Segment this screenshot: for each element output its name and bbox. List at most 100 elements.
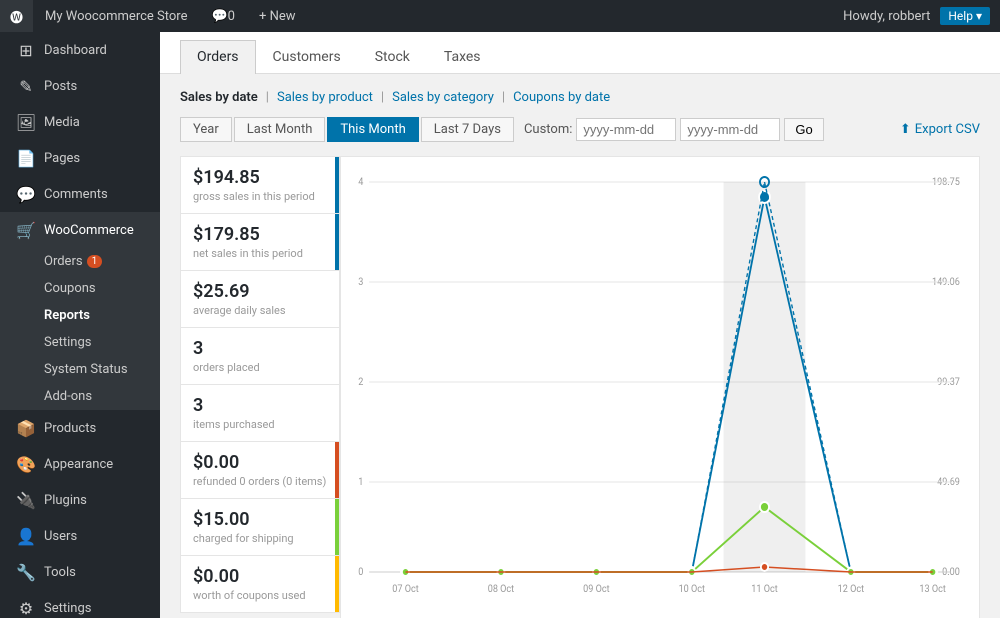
adminbar-site[interactable]: My Woocommerce Store (33, 0, 199, 32)
main-content: Orders Customers Stock Taxes Sales by da… (160, 32, 1000, 618)
svg-text:09 Oct: 09 Oct (583, 584, 609, 596)
sidebar: ⊞ Dashboard ✎ Posts 🖼 Media 📄 Pages 💬 Co… (0, 32, 160, 618)
custom-date-to[interactable] (680, 118, 780, 141)
tab-taxes[interactable]: Taxes (427, 40, 498, 73)
subnav-coupons-by-date[interactable]: Coupons by date (513, 90, 610, 105)
svg-text:0: 0 (358, 567, 363, 579)
stat-orders: 3 orders placed (180, 327, 340, 384)
period-year[interactable]: Year (180, 117, 232, 142)
wp-icon: 🅦 (10, 7, 23, 26)
sidebar-item-label: Settings (44, 601, 91, 616)
tab-stock[interactable]: Stock (358, 40, 427, 73)
comments-icon: 💬 (16, 184, 36, 204)
orders-badge: 1 (87, 255, 103, 268)
sidebar-item-label: Products (44, 421, 96, 436)
tools-icon: 🔧 (16, 562, 36, 582)
sidebar-sub-reports[interactable]: Reports (0, 302, 160, 329)
settings-icon: ⚙ (16, 598, 36, 618)
stat-net-label: net sales in this period (193, 247, 327, 260)
adminbar-new[interactable]: + New (247, 0, 308, 32)
stat-shipping-label: charged for shipping (193, 532, 327, 545)
sidebar-sub-coupons[interactable]: Coupons (0, 275, 160, 302)
new-label: + New (259, 9, 296, 24)
sidebar-item-dashboard[interactable]: ⊞ Dashboard (0, 32, 160, 68)
content-area: Sales by date | Sales by product | Sales… (160, 74, 1000, 618)
stat-coupons-bar (335, 556, 339, 612)
sidebar-item-appearance[interactable]: 🎨 Appearance (0, 446, 160, 482)
sidebar-sub-orders[interactable]: Orders 1 (0, 248, 160, 275)
period-custom: Custom: Go (524, 118, 824, 141)
go-button[interactable]: Go (784, 118, 823, 141)
adminbar-help[interactable]: Help ▾ (940, 7, 990, 25)
sidebar-sub-system-status[interactable]: System Status (0, 356, 160, 383)
stat-coupons-value: $0.00 (193, 566, 327, 587)
sidebar-item-tools[interactable]: 🔧 Tools (0, 554, 160, 590)
stat-gross: $194.85 gross sales in this period (180, 156, 340, 213)
custom-label: Custom: (524, 122, 572, 137)
svg-text:11 Oct: 11 Oct (751, 584, 777, 596)
period-bar: Year Last Month This Month Last 7 Days C… (180, 117, 980, 142)
sidebar-item-label: Plugins (44, 493, 87, 508)
site-name-label: My Woocommerce Store (45, 9, 187, 24)
subnav-sales-by-date[interactable]: Sales by date (180, 90, 258, 105)
main-tab-bar: Orders Customers Stock Taxes (180, 40, 980, 73)
sidebar-item-plugins[interactable]: 🔌 Plugins (0, 482, 160, 518)
tab-orders[interactable]: Orders (180, 40, 256, 74)
sidebar-item-users[interactable]: 👤 Users (0, 518, 160, 554)
stat-net-value: $179.85 (193, 224, 327, 245)
subnav-sales-by-category[interactable]: Sales by category (392, 90, 494, 105)
page-header: Orders Customers Stock Taxes (160, 32, 1000, 74)
svg-text:08 Oct: 08 Oct (488, 584, 514, 596)
sidebar-item-label: Comments (44, 187, 108, 202)
svg-text:07 Oct: 07 Oct (392, 584, 418, 596)
stat-avg-value: $25.69 (193, 281, 327, 302)
stat-net-bar (335, 214, 339, 270)
period-last-month[interactable]: Last Month (234, 117, 326, 142)
users-icon: 👤 (16, 526, 36, 546)
stat-refunded-value: $0.00 (193, 452, 327, 473)
sub-nav: Sales by date | Sales by product | Sales… (180, 90, 980, 105)
plugins-icon: 🔌 (16, 490, 36, 510)
stat-orders-label: orders placed (193, 361, 327, 374)
comment-count: 0 (228, 9, 235, 24)
stat-shipping-bar (335, 499, 339, 555)
tab-customers[interactable]: Customers (256, 40, 358, 73)
sidebar-item-products[interactable]: 📦 Products (0, 410, 160, 446)
wp-logo[interactable]: 🅦 (0, 0, 33, 32)
chart-layout: $194.85 gross sales in this period $179.… (180, 156, 980, 618)
sidebar-item-woocommerce[interactable]: 🛒 WooCommerce (0, 212, 160, 248)
appearance-icon: 🎨 (16, 454, 36, 474)
sidebar-item-label: Pages (44, 151, 80, 166)
woocommerce-icon: 🛒 (16, 220, 36, 240)
stat-items: 3 items purchased (180, 384, 340, 441)
stat-shipping: $15.00 charged for shipping (180, 498, 340, 555)
sidebar-item-posts[interactable]: ✎ Posts (0, 68, 160, 104)
stat-refunded-bar (335, 442, 339, 498)
period-this-month[interactable]: This Month (327, 117, 418, 142)
dashboard-icon: ⊞ (16, 40, 36, 60)
sidebar-item-pages[interactable]: 📄 Pages (0, 140, 160, 176)
products-icon: 📦 (16, 418, 36, 438)
custom-date-from[interactable] (576, 118, 676, 141)
svg-text:13 Oct: 13 Oct (919, 584, 945, 596)
stat-gross-value: $194.85 (193, 167, 327, 188)
adminbar-howdy: Howdy, robbert (833, 9, 940, 24)
adminbar-comments[interactable]: 💬 0 (199, 0, 247, 32)
sidebar-item-settings[interactable]: ⚙ Settings (0, 590, 160, 618)
stat-refunded: $0.00 refunded 0 orders (0 items) (180, 441, 340, 498)
sidebar-item-comments[interactable]: 💬 Comments (0, 176, 160, 212)
admin-bar: 🅦 My Woocommerce Store 💬 0 + New Howdy, … (0, 0, 1000, 32)
sidebar-sub-addons[interactable]: Add-ons (0, 383, 160, 410)
sidebar-item-media[interactable]: 🖼 Media (0, 104, 160, 140)
stat-items-label: items purchased (193, 418, 327, 431)
comment-icon: 💬 (211, 9, 227, 24)
sidebar-item-label: Posts (44, 79, 77, 94)
sidebar-item-label: Tools (44, 565, 76, 580)
export-icon: ⬆ (900, 122, 911, 137)
export-csv[interactable]: ⬆ Export CSV (900, 122, 980, 137)
svg-text:12 Oct: 12 Oct (838, 584, 864, 596)
period-last-7-days[interactable]: Last 7 Days (421, 117, 514, 142)
sidebar-sub-settings[interactable]: Settings (0, 329, 160, 356)
subnav-sales-by-product[interactable]: Sales by product (277, 90, 373, 105)
stats-panel: $194.85 gross sales in this period $179.… (180, 156, 340, 618)
